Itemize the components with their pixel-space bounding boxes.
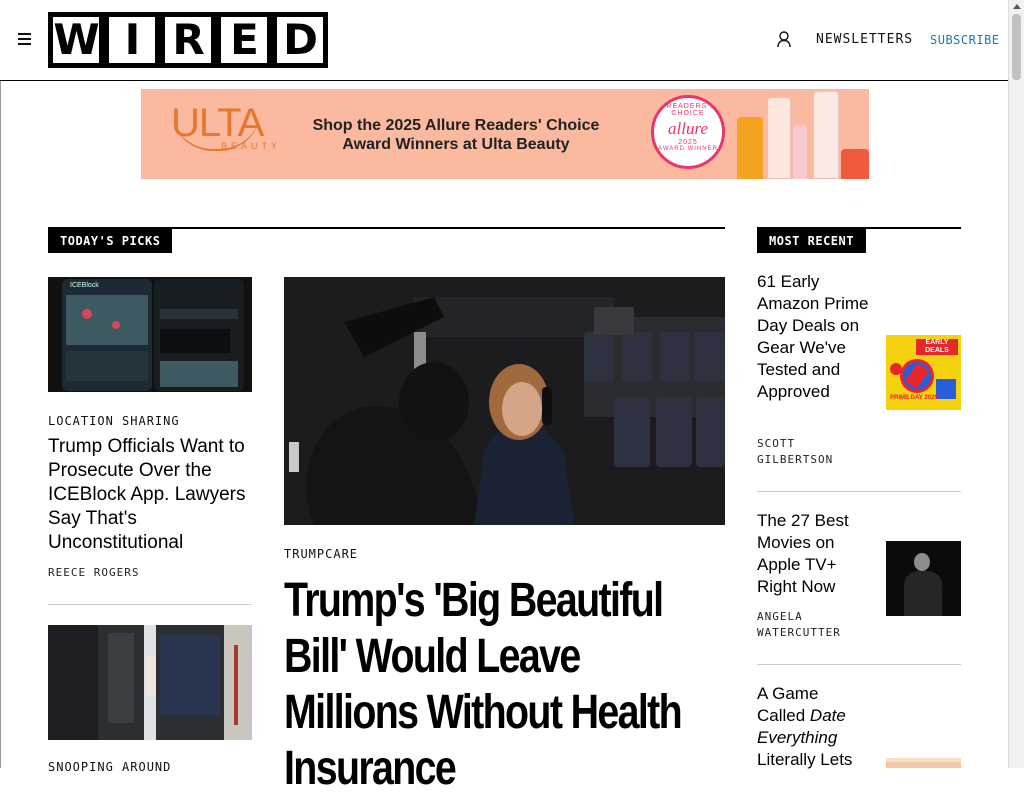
map-pin <box>112 321 120 329</box>
deal-dot <box>890 363 902 375</box>
ad-copy-line1: Shop the 2025 Allure Readers' Choice <box>312 117 600 134</box>
story-divider <box>48 604 252 605</box>
byline-first-name: ANGELA <box>757 610 803 623</box>
ulta-logo-text: ULTA <box>171 101 264 145</box>
iceblock-story-thumbnail[interactable]: ICEBlock <box>48 277 252 392</box>
red-pole <box>234 645 238 725</box>
ad-copy-line2: Award Winners at Ulta Beauty <box>342 136 570 153</box>
portrait-head <box>914 553 930 571</box>
product-box-red <box>841 149 869 179</box>
person-figure <box>146 655 156 695</box>
byline-last-name: WATERCUTTER <box>757 626 841 639</box>
feature-photo-illustration <box>284 277 725 525</box>
apple-tv-movies-thumbnail[interactable] <box>886 541 961 616</box>
ulta-beauty-subtext: BEAUTY <box>221 141 282 151</box>
bright-window <box>224 625 252 740</box>
logo-letter-w: W <box>53 15 100 64</box>
snooping-story-thumbnail[interactable] <box>48 625 252 740</box>
allure-award-badge: READERS' CHOICE allure 2025 AWARD WINNER <box>651 95 725 169</box>
window-edge <box>0 0 1 768</box>
portrait-body <box>904 571 942 616</box>
product-lip-pink <box>793 125 807 179</box>
phone-list-area <box>66 351 148 381</box>
map-area <box>66 295 148 345</box>
most-recent-label: MOST RECENT <box>757 229 866 253</box>
vertical-scrollbar[interactable] <box>1008 0 1024 768</box>
recent-item-byline[interactable]: ANGELA WATERCUTTER <box>757 609 841 641</box>
feature-rubric[interactable]: TRUMPCARE <box>284 547 358 561</box>
story-byline[interactable]: REECE ROGERS <box>48 565 139 581</box>
deal-block <box>936 379 956 399</box>
byline-first-name: SCOTT <box>757 437 796 450</box>
early-deals-text: EARLY DEALS <box>916 339 958 355</box>
prime-day-thumbnail[interactable]: EARLY DEALS PRIME DAY 2025 <box>886 335 961 410</box>
logo-letter-i: I <box>109 17 155 63</box>
ad-copy: Shop the 2025 Allure Readers' Choice Awa… <box>311 116 601 154</box>
hamburger-menu-icon[interactable] <box>18 33 31 45</box>
phone-screen-map: ICEBlock <box>62 279 152 391</box>
logo-letter-d: D <box>277 17 323 63</box>
scroll-up-arrow-icon[interactable] <box>1013 4 1021 9</box>
story-headline[interactable]: Trump Officials Want to Prosecute Over t… <box>48 435 258 555</box>
product-tube-white <box>767 97 791 179</box>
story-rubric[interactable]: SNOOPING AROUND <box>48 760 171 774</box>
form-field <box>160 309 238 319</box>
wired-logo[interactable]: W I R E D <box>48 12 328 68</box>
wall-panel <box>108 633 134 723</box>
mini-map <box>160 361 238 387</box>
story-rubric[interactable]: LOCATION SHARING <box>48 414 180 428</box>
map-pin <box>82 309 92 319</box>
badge-top-text: READERS' CHOICE <box>666 103 710 117</box>
badge-allure-text: allure <box>668 119 708 138</box>
thumb-highlight <box>886 758 961 762</box>
logo-letter-r: R <box>165 17 211 63</box>
user-icon[interactable] <box>776 31 792 48</box>
iceblock-app-label: ICEBlock <box>70 282 99 289</box>
newsletters-link[interactable]: NEWSLETTERS <box>816 32 913 47</box>
form-textarea <box>160 329 230 353</box>
feature-headline[interactable]: Trump's 'Big Beautiful Bill' Would Leave… <box>284 573 719 797</box>
headline-part: Literally Lets <box>757 750 853 769</box>
badge-year-text: 2025 <box>678 139 698 146</box>
phone-screen-form <box>154 279 244 391</box>
trumpcare-feature-image[interactable] <box>284 277 725 525</box>
date-everything-thumbnail[interactable] <box>886 758 961 768</box>
recent-divider <box>757 664 961 665</box>
logo-letter-e: E <box>221 17 267 63</box>
product-bottle-orange <box>737 117 763 179</box>
byline-last-name: GILBERTSON <box>757 453 834 466</box>
scrollbar-thumb[interactable] <box>1012 14 1021 80</box>
todays-picks-label: TODAY'S PICKS <box>48 229 173 253</box>
recent-item-headline[interactable]: A Game Called Date Everything Literally … <box>757 683 869 771</box>
badge-bottom-text: AWARD WINNER <box>658 146 718 152</box>
wall-shadow <box>48 625 98 740</box>
ulta-ad-banner[interactable]: ULTA BEAUTY Shop the 2025 Allure Readers… <box>141 89 869 179</box>
site-header: W I R E D NEWSLETTERS SUBSCRIBE <box>0 0 1008 81</box>
recent-item-byline[interactable]: SCOTT GILBERTSON <box>757 436 833 468</box>
prime-day-text: PRIME DAY 2025 <box>890 395 938 401</box>
subscribe-link[interactable]: SUBSCRIBE <box>930 33 1000 47</box>
recent-item-headline[interactable]: 61 Early Amazon Prime Day Deals on Gear … <box>757 271 869 403</box>
recent-item-headline[interactable]: The 27 Best Movies on Apple TV+ Right No… <box>757 510 869 598</box>
recent-divider <box>757 491 961 492</box>
product-bottle-cream <box>813 91 839 179</box>
blue-poster <box>160 635 220 715</box>
